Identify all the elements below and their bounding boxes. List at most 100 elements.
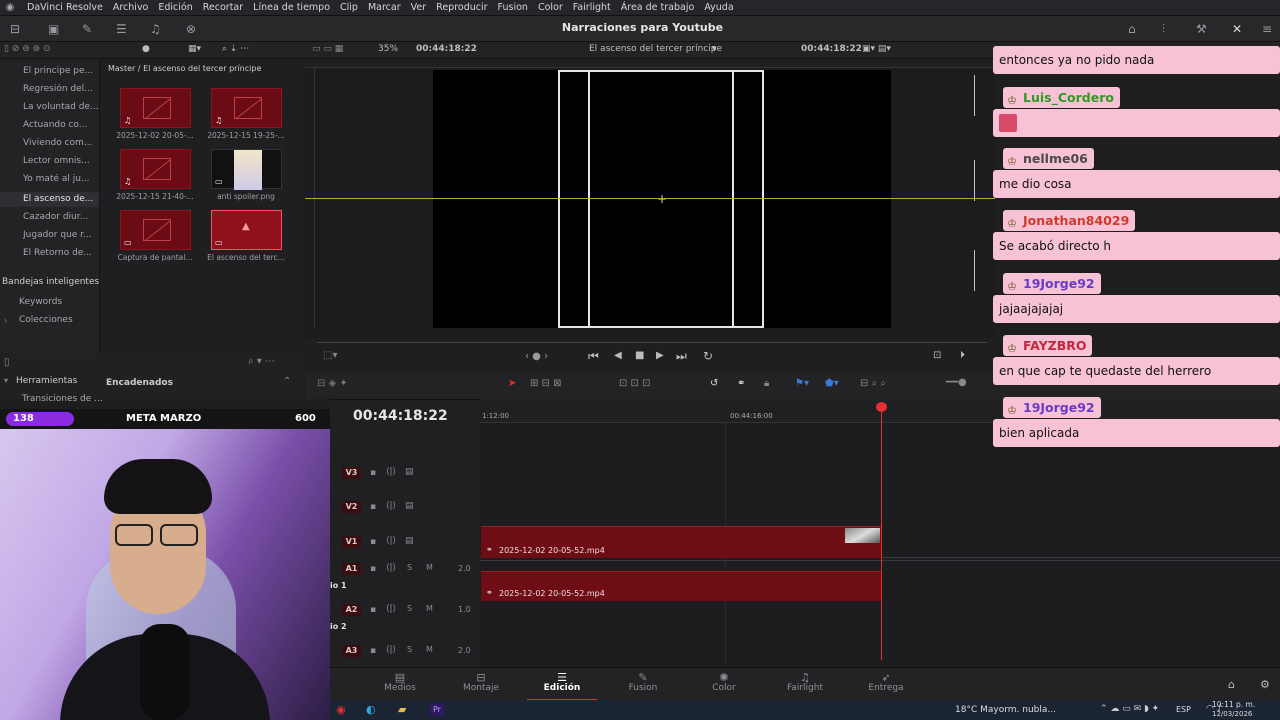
track-a2[interactable]: A2 ▪ ⟨|⟩ S M 1.0 io 2 xyxy=(330,601,480,631)
next-frame-icon[interactable]: ⏵ xyxy=(960,350,965,361)
auto-select-icon[interactable]: ⟨|⟩ xyxy=(386,563,396,573)
inspector-icon[interactable]: ⚒ xyxy=(1196,22,1207,36)
menu-recortar[interactable]: Recortar xyxy=(198,2,248,13)
close-icon[interactable]: ✕ xyxy=(1232,22,1242,36)
layout-icon[interactable]: ⊟ ◈ ✦ xyxy=(317,378,348,389)
link-icon[interactable]: ⚭ xyxy=(737,378,745,389)
insert-tools-icon[interactable]: ⊡ ⊡ ⊡ xyxy=(619,378,651,389)
jog-icon[interactable]: ‹ ● › xyxy=(525,351,548,362)
chevron-down-icon[interactable]: ▾ xyxy=(4,376,8,385)
nav-fusion[interactable]: ✎ Fusion xyxy=(608,671,678,693)
menu-fairlight[interactable]: Fairlight xyxy=(568,2,616,13)
smart-bin-collections[interactable]: Colecciones xyxy=(19,315,94,325)
settings-icon[interactable]: ⚙ xyxy=(1260,678,1270,691)
menu-archivo[interactable]: Archivo xyxy=(108,2,154,13)
bin-item[interactable]: El Retorno de... xyxy=(23,248,98,258)
viewer-mode-icon[interactable]: ▭ ▭ ▦ xyxy=(312,44,343,54)
mute-button[interactable]: M xyxy=(426,645,433,654)
tray-icons[interactable]: ⌃ ☁ ▭ ✉ ◗ ✦ xyxy=(1100,704,1159,714)
menu-clip[interactable]: Clip xyxy=(335,2,363,13)
panel-toggle-icon[interactable]: ▯ ⊘ ⊜ ⊛ ⊙ xyxy=(4,44,51,54)
zoom-icons[interactable]: ⊟ ⌕ ⌕ xyxy=(860,378,886,389)
timeline-name[interactable]: El ascenso del tercer príncipe xyxy=(589,44,722,54)
mute-button[interactable]: M xyxy=(426,563,433,572)
nav-media[interactable]: ▤ Medios xyxy=(365,671,435,693)
edge-icon[interactable]: ◐ xyxy=(366,703,376,716)
chevron-up-icon[interactable]: ⌃ xyxy=(283,376,291,387)
scrubber[interactable] xyxy=(317,342,987,343)
audio-clip[interactable]: 2025-12-02 20-05-52.mp4 ⚭ xyxy=(481,571,881,601)
bin-item[interactable]: Viviendo com... xyxy=(23,138,98,148)
bin-item-selected[interactable]: El ascenso de... xyxy=(0,192,99,207)
play-reverse-icon[interactable]: ◀ xyxy=(614,350,622,361)
smart-bin-keywords[interactable]: Keywords xyxy=(19,297,94,307)
match-frame-icon[interactable]: ⊡ xyxy=(933,350,941,361)
track-v1[interactable]: V1 ▪ ⟨|⟩ ▤ xyxy=(330,531,480,557)
nav-cut[interactable]: ⊟ Montaje xyxy=(446,671,516,693)
menu-ver[interactable]: Ver xyxy=(406,2,432,13)
sound-library-icon[interactable]: ♫ xyxy=(150,22,161,36)
auto-select-icon[interactable]: ⟨|⟩ xyxy=(386,467,396,477)
menu-linea-tiempo[interactable]: Línea de tiempo xyxy=(248,2,335,13)
lock-icon[interactable]: ▪ xyxy=(370,468,376,478)
playhead-handle[interactable] xyxy=(876,402,887,412)
menu-area-trabajo[interactable]: Área de trabajo xyxy=(616,2,700,13)
bin-item[interactable]: Lector omnis... xyxy=(23,156,98,166)
weather[interactable]: 18°C Mayorm. nubla... xyxy=(955,705,1056,715)
media-clip-thumb-selected[interactable]: ▲ ▭ xyxy=(211,210,282,250)
media-pool-icon[interactable]: ⊟ xyxy=(10,22,20,36)
menu-color[interactable]: Color xyxy=(533,2,568,13)
bin-item[interactable]: Jugador que r... xyxy=(23,230,98,240)
lock-icon[interactable]: ▪ xyxy=(370,502,376,512)
media-clip-thumb[interactable]: ▭ xyxy=(120,210,191,250)
menu-fusion[interactable]: Fusion xyxy=(493,2,533,13)
viewer-canvas[interactable]: + xyxy=(433,70,891,328)
lock-icon[interactable]: ▪ xyxy=(370,605,376,615)
snap-icon[interactable]: ↺ xyxy=(710,378,718,389)
search-icon[interactable]: ⌕ ⇣ ⋯ xyxy=(222,44,249,54)
language[interactable]: ESP xyxy=(1176,705,1191,714)
bin-item[interactable]: Regresión del... xyxy=(23,84,98,94)
metadata-icon[interactable]: ⫶ xyxy=(1162,22,1165,37)
bin-item[interactable]: El principe pe... xyxy=(23,66,98,76)
search-icon[interactable]: ⌕ ▾ ⋯ xyxy=(248,356,275,367)
lock-icon[interactable]: ▪ xyxy=(370,646,376,656)
solo-button[interactable]: S xyxy=(407,604,412,613)
media-clip-thumb[interactable]: ♫ xyxy=(120,88,191,128)
tools-header[interactable]: Herramientas xyxy=(16,376,77,386)
menu-edicion[interactable]: Edición xyxy=(153,2,197,13)
go-end-icon[interactable]: ⏭ xyxy=(676,349,687,364)
link-icon[interactable]: ⊗ xyxy=(186,22,196,36)
premiere-icon[interactable]: Pr xyxy=(430,703,444,716)
solo-button[interactable]: S xyxy=(407,645,412,654)
auto-select-icon[interactable]: ⟨|⟩ xyxy=(386,501,396,511)
home-icon[interactable]: ⌂ xyxy=(1228,678,1235,691)
auto-select-icon[interactable]: ⟨|⟩ xyxy=(386,604,396,614)
transitions-item[interactable]: Transiciones de ... xyxy=(22,394,103,404)
flag-icon[interactable]: ⚑▾ xyxy=(795,378,809,389)
panel-icon[interactable]: ▯ xyxy=(4,357,10,368)
lock-icon[interactable]: 🔒︎ xyxy=(764,378,769,389)
track-a1[interactable]: A1 ▪ ⟨|⟩ S M 2.0 io 1 xyxy=(330,560,480,590)
nav-color[interactable]: ✺ Color xyxy=(689,671,759,693)
media-clip-thumb[interactable]: ▭ xyxy=(211,149,282,190)
stop-icon[interactable]: ■ xyxy=(635,350,644,361)
select-tool-icon[interactable]: ➤ xyxy=(508,378,516,389)
solo-button[interactable]: S xyxy=(407,563,412,572)
edit-index-icon[interactable]: ☰ xyxy=(116,22,127,36)
track-v2[interactable]: V2 ▪ ⟨|⟩ ▤ xyxy=(330,497,480,523)
video-clip[interactable]: 2025-12-02 20-05-52.mp4 ⚭ xyxy=(481,526,881,558)
folder-icon[interactable]: ▰ xyxy=(398,703,406,716)
nav-deliver[interactable]: ➶ Entrega xyxy=(851,671,921,693)
settings-icon[interactable]: ≡ xyxy=(1262,22,1272,36)
trim-tools-icon[interactable]: ⊞ ⊟ ⊠ xyxy=(530,378,562,389)
playhead[interactable] xyxy=(881,407,882,660)
mute-button[interactable]: M xyxy=(426,604,433,613)
track-a3[interactable]: A3 ▪ ⟨|⟩ S M 2.0 xyxy=(330,642,480,668)
auto-select-icon[interactable]: ⟨|⟩ xyxy=(386,536,396,546)
mixer-icon[interactable]: ⌂ xyxy=(1128,22,1136,36)
media-clip-thumb[interactable]: ♫ xyxy=(120,149,191,189)
zoom-slider[interactable]: ━━● xyxy=(946,377,967,388)
chevron-down-icon[interactable]: ▾ xyxy=(712,44,717,54)
nav-edit[interactable]: ☰ Edición xyxy=(527,671,597,701)
